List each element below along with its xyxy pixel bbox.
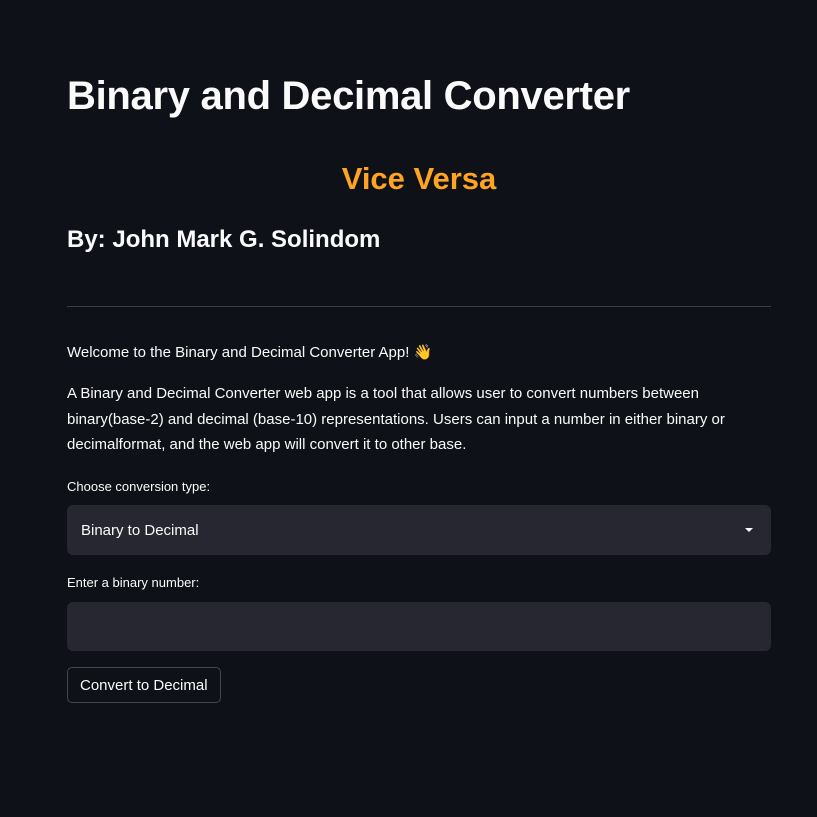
binary-number-input[interactable] [67, 602, 771, 651]
waving-hand-icon: 👋 [413, 344, 433, 361]
welcome-label: Welcome to the Binary and Decimal Conver… [67, 344, 410, 361]
app-root: Binary and Decimal Converter Vice Versa … [0, 0, 817, 817]
divider [67, 306, 771, 307]
binary-input-label: Enter a binary number: [67, 575, 200, 590]
conversion-type-value: Binary to Decimal [81, 521, 199, 539]
author-byline: By: John Mark G. Solindom [67, 226, 381, 253]
welcome-text: Welcome to the Binary and Decimal Conver… [67, 341, 432, 365]
chevron-down-icon[interactable] [745, 528, 753, 532]
page-title: Binary and Decimal Converter [67, 74, 630, 118]
conversion-type-label: Choose conversion type: [67, 479, 211, 494]
conversion-type-select[interactable]: Binary to Decimal [67, 505, 771, 555]
app-description: A Binary and Decimal Converter web app i… [67, 385, 725, 453]
convert-button[interactable]: Convert to Decimal [67, 667, 221, 703]
page-subtitle: Vice Versa [341, 161, 497, 196]
